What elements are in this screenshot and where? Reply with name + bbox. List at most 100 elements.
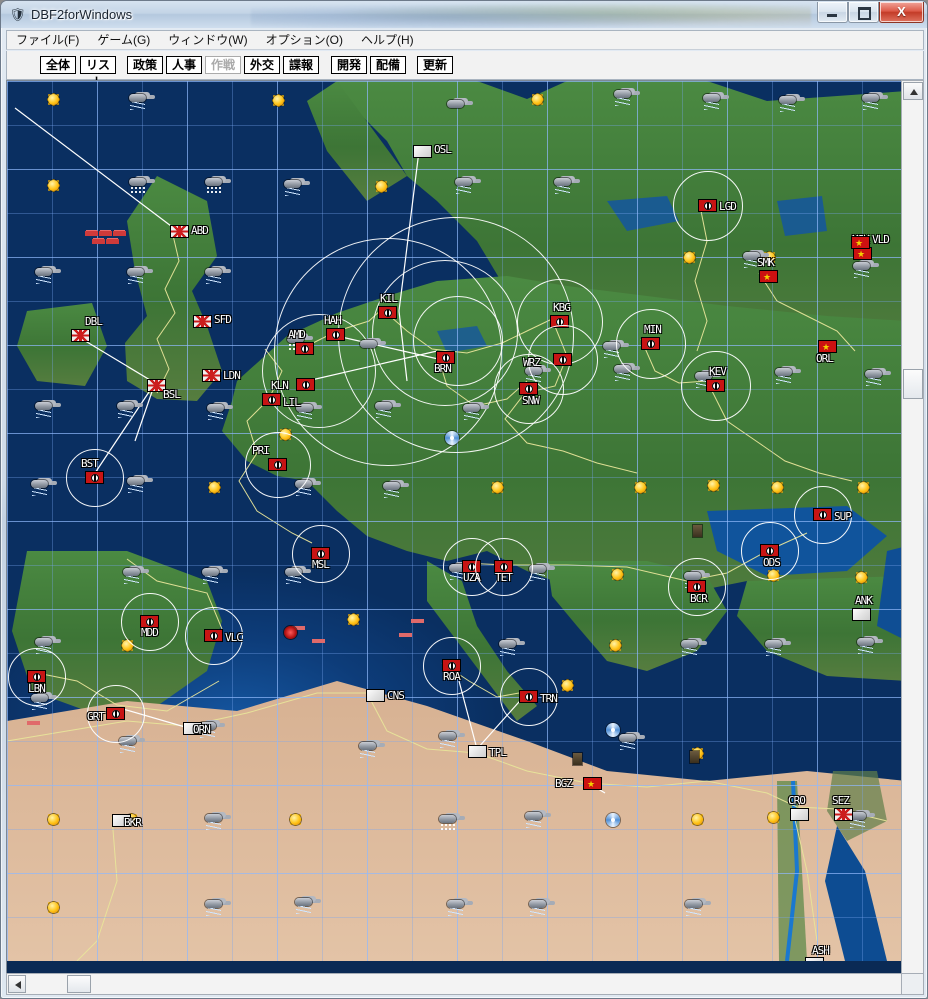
unit-plane-6[interactable] (312, 639, 325, 643)
weather-sun-icon (343, 611, 365, 629)
scroll-up-button[interactable] (903, 82, 923, 100)
city-label: TPL (489, 746, 507, 759)
city-label: ABD (191, 224, 209, 237)
toolbar-button-2[interactable]: 政策 (127, 56, 163, 74)
vertical-scroll-thumb[interactable] (903, 369, 923, 399)
weather-sun-icon (630, 479, 652, 497)
weather-rain-icon (523, 811, 545, 829)
weather-rain-icon (125, 267, 147, 285)
range-circle-2 (262, 314, 376, 428)
unit-ship-3[interactable] (92, 239, 105, 244)
maximize-button[interactable] (848, 2, 879, 23)
unit-plane-8[interactable] (411, 619, 424, 623)
city-label: MSL (312, 558, 330, 571)
city-label: MIN (644, 323, 662, 336)
unit-ship-1[interactable] (99, 231, 112, 236)
unit-ship-2[interactable] (113, 231, 126, 236)
city-label: KEV (709, 365, 727, 378)
unit-ship-4[interactable] (106, 239, 119, 244)
weather-rain-icon (863, 369, 885, 387)
weather-rain-icon (282, 179, 304, 197)
unit-army-13[interactable] (573, 753, 582, 765)
scrollbar-corner (901, 973, 924, 995)
vertical-scrollbar[interactable] (901, 80, 924, 995)
city-label: VLD (872, 233, 890, 246)
toolbar-button-9[interactable]: 更新 (417, 56, 453, 74)
flag-neutral-icon (805, 957, 824, 961)
title-bar: 🛡 DBF2forWindows X (1, 1, 927, 28)
horizontal-scrollbar[interactable] (6, 973, 924, 995)
toolbar-button-8[interactable]: 配備 (370, 56, 406, 74)
scroll-left-button[interactable] (8, 975, 26, 993)
menu-item-3[interactable]: オプション(O) (257, 31, 352, 49)
city-label: ODS (763, 556, 781, 569)
strategic-map[interactable]: ABD DBL SFD LDN BSL OSL KIL HAH AMD KLN LIL BRN KBG W… (7, 81, 907, 961)
weather-rain-icon (29, 479, 51, 497)
toolbar-button-5[interactable]: 外交 (244, 56, 280, 74)
weather-rain-icon (203, 267, 225, 285)
map-viewport[interactable]: ABD DBL SFD LDN BSL OSL KIL HAH AMD KLN LIL BRN KBG W… (6, 80, 924, 995)
flag-su-icon (851, 236, 870, 249)
city-label: SMK (757, 256, 775, 269)
flag-de-icon (698, 199, 717, 212)
toolbar-button-3[interactable]: 人事 (166, 56, 202, 74)
weather-rain-icon (552, 177, 574, 195)
city-label: ANK (855, 594, 873, 607)
menu-item-4[interactable]: ヘルプ(H) (352, 31, 423, 49)
weather-storm-icon (603, 721, 625, 739)
weather-rain-icon (679, 639, 701, 657)
flag-de-icon (295, 342, 314, 355)
flag-de-icon (204, 629, 223, 642)
minimize-button[interactable] (817, 2, 848, 23)
city-label: LBN (28, 682, 46, 695)
menu-item-0[interactable]: ファイル(F) (7, 31, 88, 49)
toolbar-button-0[interactable]: 全体 (40, 56, 76, 74)
weather-rain-icon (293, 897, 315, 915)
aero-glass-effect (251, 1, 811, 28)
city-label: BCR (690, 592, 708, 605)
weather-rain-icon (461, 403, 483, 421)
range-circle-4 (413, 296, 503, 386)
weather-rain-icon (527, 899, 549, 917)
unit-plane-7[interactable] (399, 633, 412, 637)
city-label: SNW (522, 394, 540, 407)
unit-blast-10[interactable] (284, 626, 297, 639)
weather-storm-icon (442, 429, 464, 447)
weather-rain-icon (437, 731, 459, 749)
weather-rain-icon (125, 476, 147, 494)
unit-army-11[interactable] (693, 525, 702, 537)
flag-de-icon (553, 353, 572, 366)
city-label: ORL (816, 352, 834, 365)
close-button[interactable]: X (879, 2, 924, 23)
horizontal-scroll-thumb[interactable] (67, 975, 91, 993)
weather-sun-icon (607, 566, 629, 584)
toolbar-button-6[interactable]: 諜報 (283, 56, 319, 74)
app-icon: 🛡 (9, 7, 26, 22)
menu-item-1[interactable]: ゲーム(G) (88, 31, 159, 49)
toolbar-button-7[interactable]: 開発 (331, 56, 367, 74)
city-label: ROA (443, 670, 461, 683)
city-label: KBG (553, 301, 571, 314)
weather-rain-icon (851, 261, 873, 279)
flag-neutral-icon (790, 808, 809, 821)
weather-sun-icon (557, 677, 579, 695)
weather-sun-icon (43, 91, 65, 109)
toolbar-button-1[interactable]: リスト (80, 56, 116, 89)
city-label: BST (81, 457, 99, 470)
weather-sun-icon (285, 811, 307, 829)
flag-uk-icon (834, 808, 853, 821)
flag-neutral-icon (413, 145, 432, 158)
weather-sun-icon (43, 811, 65, 829)
weather-rain-icon (357, 741, 379, 759)
unit-army-12[interactable] (690, 751, 699, 763)
menu-item-2[interactable]: ウィンドウ(W) (159, 31, 256, 49)
flag-uk-icon (193, 315, 212, 328)
flag-uk-icon (170, 225, 189, 238)
unit-ship-0[interactable] (85, 231, 98, 236)
city-label: BKR (124, 816, 142, 829)
city-label: ASH (812, 944, 830, 957)
weather-cloud-icon (358, 339, 380, 357)
city-label: BGZ (555, 777, 573, 790)
weather-sun-icon (851, 569, 873, 587)
unit-plane-9[interactable] (27, 721, 40, 725)
